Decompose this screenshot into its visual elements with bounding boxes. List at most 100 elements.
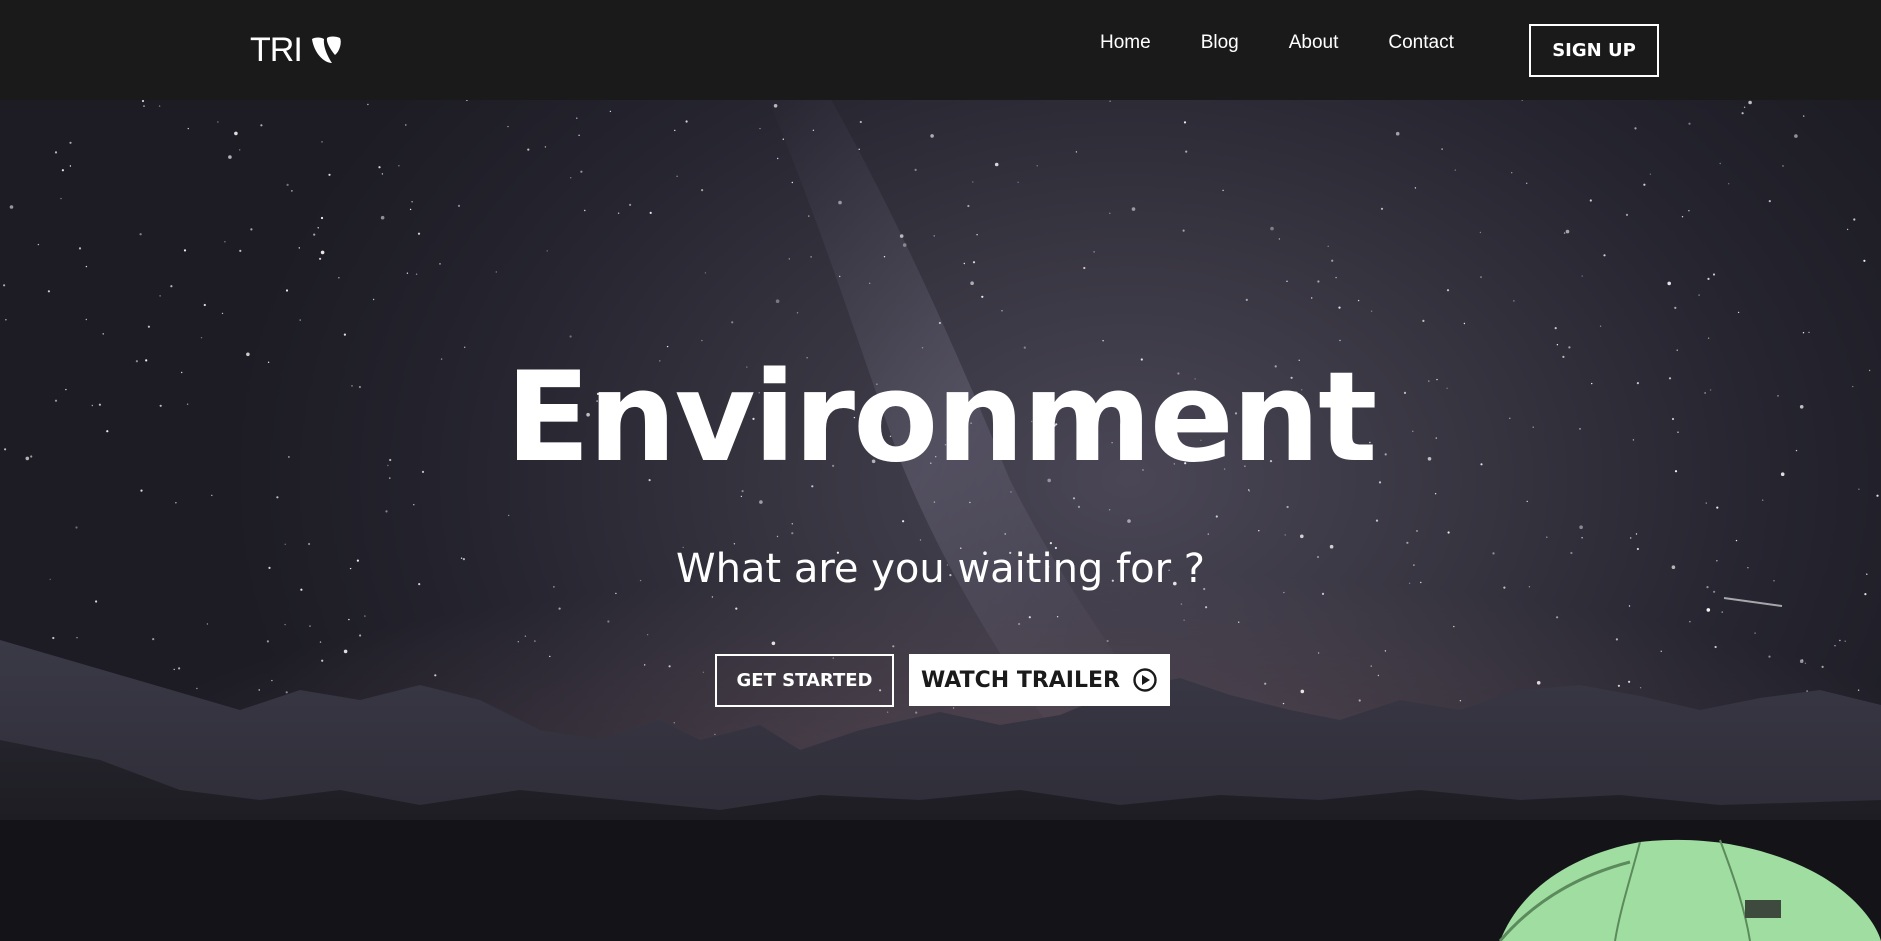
star: [578, 134, 580, 136]
star: [211, 494, 213, 497]
star: [810, 256, 812, 258]
star: [85, 318, 88, 321]
star: [972, 181, 974, 183]
star: [839, 275, 841, 278]
star: [200, 337, 203, 339]
star: [1028, 616, 1031, 619]
star: [883, 256, 886, 258]
star: [886, 711, 889, 713]
star: [1762, 499, 1764, 501]
star: [285, 691, 288, 694]
star: [1185, 150, 1188, 153]
star: [1639, 687, 1642, 689]
star: [711, 596, 714, 598]
star: [434, 674, 437, 677]
star: [69, 141, 72, 144]
star: [972, 261, 976, 264]
star: [466, 100, 468, 101]
star: [1630, 537, 1632, 539]
star: [364, 615, 366, 617]
star: [1794, 134, 1798, 138]
star: [1377, 674, 1380, 677]
star: [343, 649, 348, 654]
star: [676, 175, 678, 177]
brand-logo[interactable]: TRI: [250, 30, 344, 70]
star: [495, 271, 497, 273]
star: [1839, 639, 1841, 642]
star: [183, 249, 187, 252]
star: [378, 166, 381, 169]
star: [250, 228, 253, 231]
star: [584, 209, 586, 212]
star: [782, 138, 784, 140]
star: [791, 523, 793, 525]
star: [158, 105, 161, 107]
star: [37, 243, 40, 246]
star: [234, 131, 238, 136]
star: [1109, 100, 1111, 102]
star: [1264, 682, 1267, 685]
star: [558, 607, 561, 610]
star: [1375, 519, 1379, 522]
star: [1581, 275, 1583, 277]
star: [298, 247, 300, 249]
star: [159, 295, 161, 297]
watch-trailer-button[interactable]: WATCH TRAILER: [909, 654, 1170, 706]
star: [759, 500, 763, 504]
star: [1422, 319, 1425, 322]
star: [1634, 127, 1637, 130]
star: [78, 247, 82, 250]
star: [266, 640, 269, 643]
star: [405, 124, 407, 126]
star: [1093, 251, 1095, 253]
star: [838, 200, 842, 205]
star: [507, 125, 509, 128]
star: [439, 263, 441, 265]
star: [858, 148, 860, 150]
star: [1546, 536, 1548, 538]
star: [919, 539, 922, 541]
star: [1844, 640, 1846, 642]
star: [607, 620, 610, 623]
nav-contact-link[interactable]: Contact: [1388, 30, 1453, 56]
nav-about-link[interactable]: About: [1289, 30, 1339, 56]
star: [1716, 506, 1719, 509]
star: [808, 215, 810, 217]
star: [1536, 681, 1541, 685]
star: [967, 204, 970, 208]
sign-up-button[interactable]: SIGN UP: [1529, 24, 1659, 77]
star: [1446, 289, 1450, 292]
nav-blog-link[interactable]: Blog: [1201, 30, 1239, 56]
star: [1357, 299, 1360, 302]
star: [1284, 534, 1286, 536]
star: [1643, 183, 1646, 186]
star: [1083, 266, 1086, 270]
nav-home-link[interactable]: Home: [1100, 30, 1151, 56]
star: [1441, 148, 1443, 150]
star: [580, 170, 583, 173]
star: [1384, 650, 1387, 652]
star: [775, 299, 780, 303]
get-started-button[interactable]: GET STARTED: [715, 654, 894, 707]
star: [741, 490, 744, 493]
star: [1526, 182, 1528, 184]
star: [970, 281, 974, 285]
star: [938, 321, 942, 325]
star: [1513, 300, 1515, 302]
star: [508, 514, 510, 517]
star: [1808, 331, 1810, 334]
star: [1581, 537, 1583, 539]
star: [69, 165, 72, 167]
star: [187, 127, 189, 130]
star: [313, 233, 316, 236]
star: [1707, 337, 1710, 339]
star: [1589, 199, 1592, 202]
star: [203, 303, 206, 307]
star: [320, 216, 324, 220]
star: [1728, 183, 1730, 185]
star: [527, 148, 530, 151]
star: [1222, 189, 1224, 192]
star: [299, 319, 301, 321]
star: [1077, 505, 1081, 508]
star: [1719, 162, 1721, 165]
